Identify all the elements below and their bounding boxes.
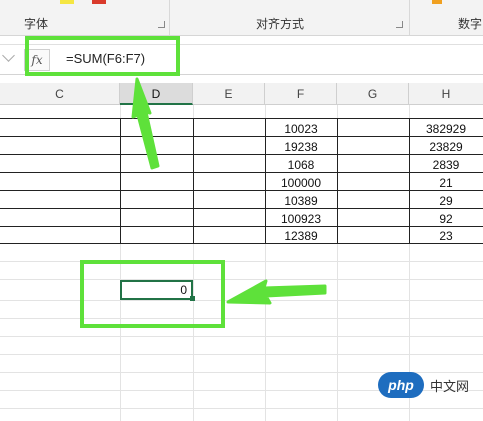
- arrow-up-icon: [131, 77, 160, 170]
- watermark-text: 中文网: [430, 379, 470, 394]
- php-logo: php: [378, 372, 424, 398]
- arrow-left-icon: [226, 279, 327, 305]
- annotation-arrows: [131, 77, 327, 305]
